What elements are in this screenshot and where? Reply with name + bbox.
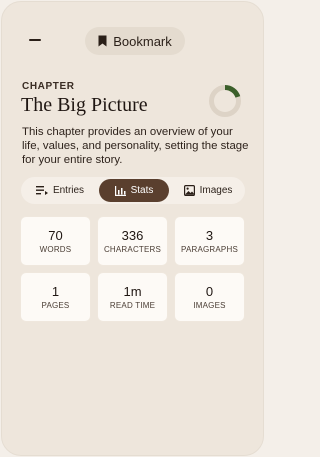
stat-card-characters: 336 CHARACTERS [97, 216, 168, 266]
minus-icon [29, 39, 41, 41]
image-icon [183, 185, 195, 196]
stat-label: READ TIME [109, 301, 156, 310]
collapse-button[interactable] [20, 32, 50, 48]
chapter-label: CHAPTER [22, 81, 75, 92]
tab-stats-label: Stats [130, 185, 154, 196]
top-bar: Bookmark [2, 24, 263, 56]
app-frame: Bookmark CHAPTER The Big Picture This ch… [1, 1, 264, 456]
bookmark-icon [98, 35, 107, 47]
stat-value: 70 [48, 228, 63, 243]
tab-entries-label: Entries [52, 185, 85, 196]
tab-entries[interactable]: Entries [25, 179, 95, 202]
chapter-progress-ring [209, 85, 241, 117]
tab-stats[interactable]: Stats [99, 179, 169, 202]
stat-card-pages: 1 PAGES [20, 272, 91, 322]
bookmark-button[interactable]: Bookmark [85, 27, 185, 55]
stat-label: PAGES [41, 301, 70, 310]
stat-card-read-time: 1m READ TIME [97, 272, 168, 322]
stat-value: 0 [205, 284, 214, 299]
stat-label: PARAGRAPHS [181, 245, 238, 254]
tab-images-label: Images [199, 185, 233, 196]
stat-card-images: 0 IMAGES [174, 272, 245, 322]
list-icon [35, 186, 48, 195]
view-tabs: Entries Stats Images [21, 177, 245, 204]
stat-value: 3 [205, 228, 214, 243]
stat-value: 1m [123, 284, 142, 299]
stat-value: 336 [121, 228, 144, 243]
stat-card-words: 70 WORDS [20, 216, 91, 266]
stat-card-paragraphs: 3 PARAGRAPHS [174, 216, 245, 266]
chapter-description: This chapter provides an overview of you… [22, 126, 249, 166]
stat-label: WORDS [39, 245, 72, 254]
tab-images[interactable]: Images [173, 179, 243, 202]
bookmark-label: Bookmark [113, 33, 172, 49]
bar-chart-icon [114, 185, 126, 196]
stat-label: CHARACTERS [103, 245, 162, 254]
stat-label: IMAGES [193, 301, 226, 310]
stat-value: 1 [51, 284, 60, 299]
chapter-title: The Big Picture [21, 94, 148, 116]
